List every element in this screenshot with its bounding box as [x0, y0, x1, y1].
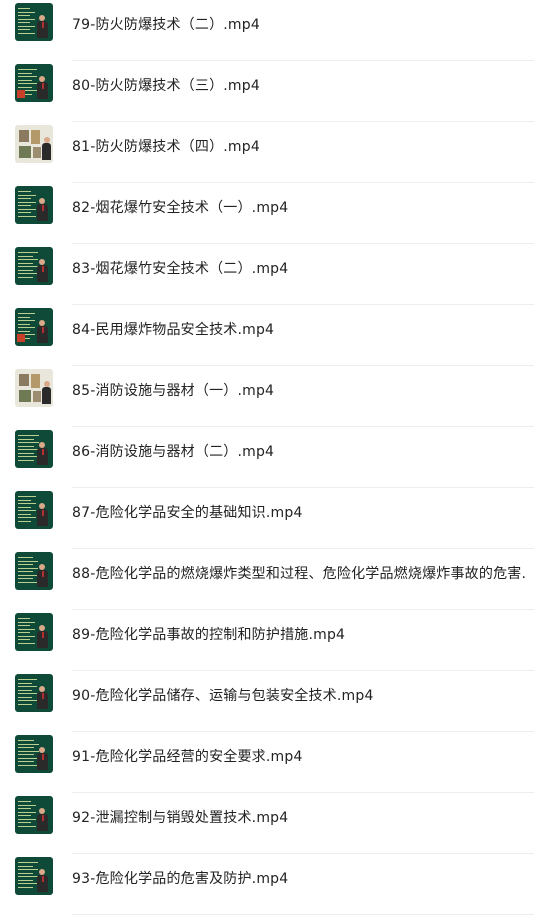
file-row[interactable]: 91-危险化学品经营的安全要求.mp4 [0, 732, 534, 793]
file-name: 91-危险化学品经营的安全要求.mp4 [72, 749, 303, 765]
file-name: 88-危险化学品的燃烧爆炸类型和过程、危险化学品燃烧爆炸事故的危害. [72, 566, 527, 582]
file-row[interactable]: 84-民用爆炸物品安全技术.mp4 [0, 305, 534, 366]
file-row[interactable]: 80-防火防爆技术（三）.mp4 [0, 61, 534, 122]
file-row[interactable]: 82-烟花爆竹安全技术（一）.mp4 [0, 183, 534, 244]
video-thumbnail-photos [15, 125, 53, 163]
file-row[interactable]: 81-防火防爆技术（四）.mp4 [0, 122, 534, 183]
file-row[interactable]: 93-危险化学品的危害及防护.mp4 [0, 854, 534, 915]
video-thumbnail-lecture [15, 796, 53, 834]
file-name: 92-泄漏控制与销毁处置技术.mp4 [72, 810, 289, 826]
file-name: 82-烟花爆竹安全技术（一）.mp4 [72, 200, 289, 216]
video-thumbnail-lecture [15, 430, 53, 468]
file-name: 87-危险化学品安全的基础知识.mp4 [72, 505, 303, 521]
file-row[interactable]: 87-危险化学品安全的基础知识.mp4 [0, 488, 534, 549]
file-name: 86-消防设施与器材（二）.mp4 [72, 444, 275, 460]
video-thumbnail-lecture [15, 247, 53, 285]
video-file-list: 79-防火防爆技术（二）.mp4 80-防火防爆技术（三）.mp4 81-防火防… [0, 0, 534, 915]
file-row[interactable]: 79-防火防爆技术（二）.mp4 [0, 0, 534, 61]
file-row[interactable]: 83-烟花爆竹安全技术（二）.mp4 [0, 244, 534, 305]
file-row[interactable]: 92-泄漏控制与销毁处置技术.mp4 [0, 793, 534, 854]
video-thumbnail-lecture [15, 857, 53, 895]
file-name: 79-防火防爆技术（二）.mp4 [72, 17, 260, 33]
video-thumbnail-lecture [15, 3, 53, 41]
video-thumbnail-lecture [15, 613, 53, 651]
video-thumbnail-lecture [15, 674, 53, 712]
video-thumbnail-photos [15, 369, 53, 407]
video-thumbnail-lecture [15, 735, 53, 773]
file-row[interactable]: 86-消防设施与器材（二）.mp4 [0, 427, 534, 488]
file-name: 93-危险化学品的危害及防护.mp4 [72, 871, 289, 887]
file-name: 84-民用爆炸物品安全技术.mp4 [72, 322, 275, 338]
video-thumbnail-lecture [15, 64, 53, 102]
file-row[interactable]: 88-危险化学品的燃烧爆炸类型和过程、危险化学品燃烧爆炸事故的危害. [0, 549, 534, 610]
video-thumbnail-lecture [15, 491, 53, 529]
file-row[interactable]: 85-消防设施与器材（一）.mp4 [0, 366, 534, 427]
file-name: 81-防火防爆技术（四）.mp4 [72, 139, 260, 155]
video-thumbnail-lecture [15, 552, 53, 590]
file-row[interactable]: 90-危险化学品储存、运输与包装安全技术.mp4 [0, 671, 534, 732]
file-name: 90-危险化学品储存、运输与包装安全技术.mp4 [72, 688, 374, 704]
file-name: 85-消防设施与器材（一）.mp4 [72, 383, 275, 399]
video-thumbnail-lecture [15, 186, 53, 224]
file-row[interactable]: 89-危险化学品事故的控制和防护措施.mp4 [0, 610, 534, 671]
file-name: 80-防火防爆技术（三）.mp4 [72, 78, 260, 94]
video-thumbnail-lecture [15, 308, 53, 346]
file-name: 83-烟花爆竹安全技术（二）.mp4 [72, 261, 289, 277]
file-name: 89-危险化学品事故的控制和防护措施.mp4 [72, 627, 346, 643]
